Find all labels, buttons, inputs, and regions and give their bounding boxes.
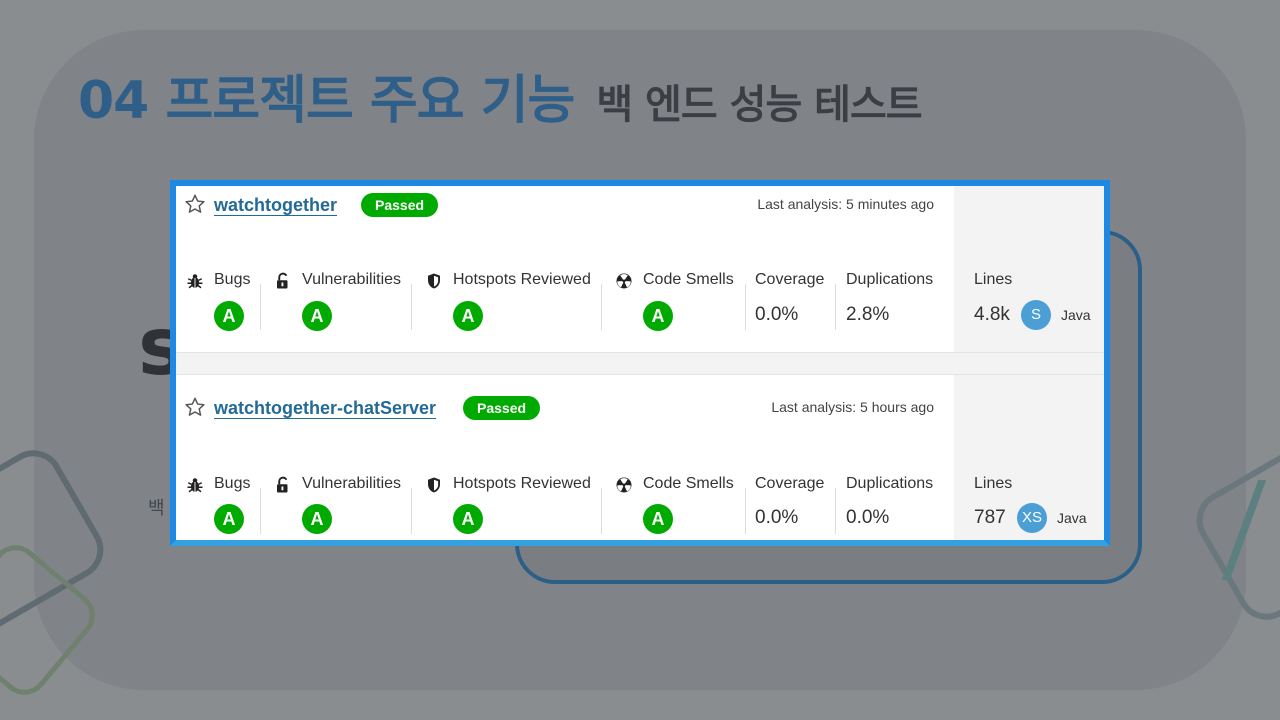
project-name-link[interactable]: watchtogether-chatServer xyxy=(214,398,437,419)
language-label: Java xyxy=(1061,307,1091,323)
divider xyxy=(411,284,412,330)
lines-value[interactable]: 787 xyxy=(974,507,1006,529)
metric-label-coverage[interactable]: Coverage xyxy=(755,271,824,289)
project-separator xyxy=(176,352,1104,375)
metric-label-vulnerabilities[interactable]: Vulnerabilities xyxy=(302,475,401,493)
project-name-link[interactable]: watchtogether xyxy=(214,195,338,216)
rating-code-smells[interactable]: A xyxy=(643,504,673,534)
background-text: 백 xyxy=(148,498,165,519)
divider xyxy=(260,488,261,534)
lock-icon xyxy=(277,476,288,493)
metric-label-duplications[interactable]: Duplications xyxy=(846,475,933,493)
coverage-value[interactable]: 0.0% xyxy=(755,304,798,326)
metric-label-code-smells[interactable]: Code Smells xyxy=(643,475,734,493)
sonarqube-projects-panel: watchtogether Passed Last analysis: 5 mi… xyxy=(170,180,1110,546)
slide-title-sub: 백 엔드 성능 테스트 xyxy=(596,82,922,128)
divider xyxy=(260,284,261,330)
slide-title-main: 04 프로젝트 주요 기능 xyxy=(78,71,575,131)
divider xyxy=(411,488,412,534)
metric-label-vulnerabilities[interactable]: Vulnerabilities xyxy=(302,271,401,289)
project-card: watchtogether-chatServer Passed Last ana… xyxy=(176,375,1104,540)
metric-label-bugs[interactable]: Bugs xyxy=(214,475,250,493)
metric-label-lines: Lines xyxy=(974,475,1013,492)
language-label: Java xyxy=(1057,510,1087,526)
star-icon[interactable] xyxy=(184,193,206,215)
bug-icon xyxy=(187,478,203,493)
slide-title: 04 프로젝트 주요 기능 백 엔드 성능 테스트 xyxy=(78,58,923,133)
radiation-icon xyxy=(616,273,632,289)
rating-vulnerabilities[interactable]: A xyxy=(302,504,332,534)
quality-gate-badge: Passed xyxy=(361,193,439,217)
last-analysis-text: Last analysis: 5 hours ago xyxy=(771,399,934,415)
last-analysis-text: Last analysis: 5 minutes ago xyxy=(757,196,934,212)
rating-bugs[interactable]: A xyxy=(214,301,244,331)
duplications-value[interactable]: 2.8% xyxy=(846,304,889,326)
metric-label-hotspots[interactable]: Hotspots Reviewed xyxy=(453,271,591,289)
project-card: watchtogether Passed Last analysis: 5 mi… xyxy=(176,186,1104,352)
shield-icon xyxy=(428,477,440,493)
divider xyxy=(835,284,836,330)
coverage-value[interactable]: 0.0% xyxy=(755,507,798,529)
divider xyxy=(601,488,602,534)
bug-icon xyxy=(187,274,203,289)
rating-vulnerabilities[interactable]: A xyxy=(302,301,332,331)
size-rating-badge: S xyxy=(1021,300,1051,330)
divider xyxy=(745,284,746,330)
divider xyxy=(601,284,602,330)
lock-icon xyxy=(277,272,288,289)
lines-value[interactable]: 4.8k xyxy=(974,304,1010,326)
metric-label-code-smells[interactable]: Code Smells xyxy=(643,271,734,289)
shield-icon xyxy=(428,273,440,289)
metric-label-lines: Lines xyxy=(974,271,1013,288)
rating-code-smells[interactable]: A xyxy=(643,301,673,331)
star-icon[interactable] xyxy=(184,396,206,418)
metric-label-bugs[interactable]: Bugs xyxy=(214,271,250,289)
size-rating-badge: XS xyxy=(1017,503,1047,533)
rating-bugs[interactable]: A xyxy=(214,504,244,534)
radiation-icon xyxy=(616,477,632,493)
duplications-value[interactable]: 0.0% xyxy=(846,507,889,529)
quality-gate-badge: Passed xyxy=(463,396,541,420)
metric-label-duplications[interactable]: Duplications xyxy=(846,271,933,289)
divider xyxy=(835,488,836,534)
rating-hotspots[interactable]: A xyxy=(453,504,483,534)
divider xyxy=(745,488,746,534)
metric-label-hotspots[interactable]: Hotspots Reviewed xyxy=(453,475,591,493)
rating-hotspots[interactable]: A xyxy=(453,301,483,331)
metric-label-coverage[interactable]: Coverage xyxy=(755,475,824,493)
